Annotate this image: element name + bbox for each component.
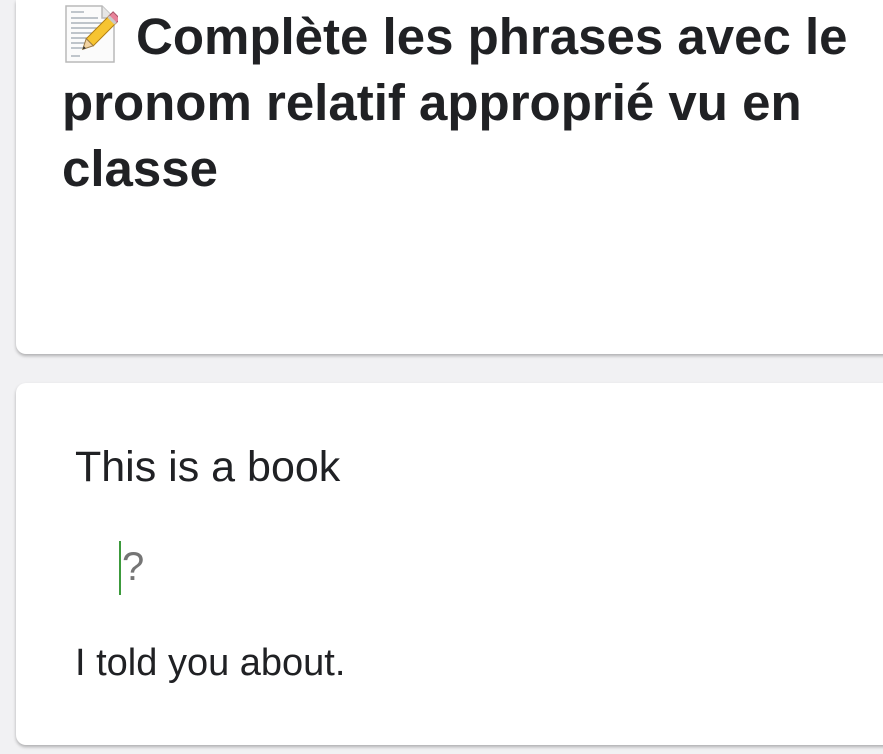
sentence-before: This is a book bbox=[75, 443, 341, 491]
question-card: This is a book I told you about. bbox=[16, 383, 883, 745]
text-caret bbox=[119, 541, 121, 595]
title-text: Complète les phrases avec le pronom rela… bbox=[62, 8, 848, 197]
sentence-after: I told you about. bbox=[75, 642, 346, 684]
title-card: Complète les phrases avec le pronom rela… bbox=[16, 0, 883, 354]
blank-answer-input[interactable] bbox=[116, 539, 416, 595]
page-title: Complète les phrases avec le pronom rela… bbox=[62, 4, 883, 202]
memo-icon bbox=[62, 4, 118, 64]
